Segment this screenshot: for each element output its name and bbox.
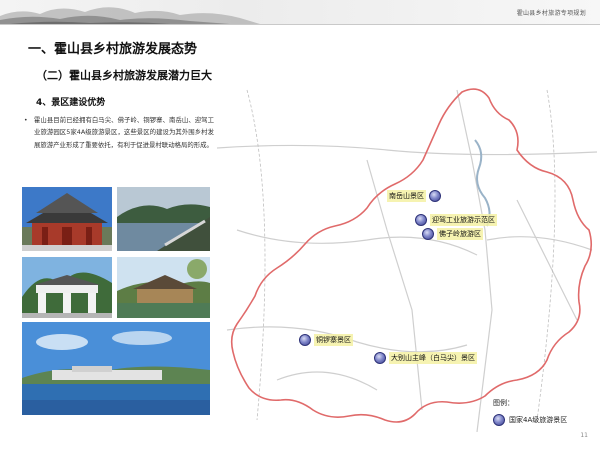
page-header: 霍山县乡村旅游专项规划 — [0, 0, 600, 24]
header-divider — [0, 24, 600, 25]
photo-lake-panorama — [22, 322, 210, 415]
poi-nanyueshan[interactable]: 南岳山景区 — [387, 190, 441, 202]
scenic-area-marker-icon — [429, 190, 441, 202]
poi-label: 铜锣寨景区 — [314, 334, 353, 346]
body-paragraph: 霍山县目前已经拥有白马尖、佛子岭、铜锣寨、南岳山、迎驾工业旅游园区5家4A级旅游… — [34, 116, 214, 149]
poi-label: 大别山主峰（白马尖）景区 — [389, 352, 477, 364]
scenic-area-marker-icon — [493, 414, 505, 426]
bullet-marker: • — [24, 117, 28, 124]
scenic-area-marker-icon — [422, 228, 434, 240]
photo-archway — [22, 257, 112, 318]
legend-label: 国家4A级旅游景区 — [509, 416, 568, 424]
poi-label: 南岳山景区 — [387, 190, 426, 202]
photo-pavilion — [117, 257, 210, 318]
page-number: 11 — [580, 432, 588, 439]
poi-yingjia[interactable]: 迎驾工业旅游示范区 — [415, 214, 497, 226]
section-heading: 一、霍山县乡村旅游发展态势 — [28, 42, 198, 57]
scenic-area-marker-icon — [415, 214, 427, 226]
subsection-heading: （二）霍山县乡村旅游发展潜力巨大 — [36, 69, 212, 82]
scenic-area-marker-icon — [299, 334, 311, 346]
landscape-banner-art — [0, 7, 260, 24]
map-canvas — [216, 80, 598, 433]
poi-tongluozhai[interactable]: 铜锣寨景区 — [299, 334, 353, 346]
poi-foziling[interactable]: 佛子岭旅游区 — [422, 228, 483, 240]
document-title: 霍山县乡村旅游专项规划 — [516, 10, 586, 17]
poi-label: 佛子岭旅游区 — [437, 228, 483, 240]
legend-item: 国家4A级旅游景区 — [493, 414, 567, 426]
legend-title: 图例： — [493, 399, 514, 407]
photo-temple — [22, 187, 112, 251]
photo-reservoir — [117, 187, 210, 251]
county-map: 南岳山景区 迎驾工业旅游示范区 佛子岭旅游区 铜锣寨景区 大别山主峰（白马尖）景… — [216, 80, 598, 433]
scenic-area-marker-icon — [374, 352, 386, 364]
topic-heading: 4、景区建设优势 — [36, 98, 106, 108]
poi-baimajian[interactable]: 大别山主峰（白马尖）景区 — [374, 352, 477, 364]
poi-label: 迎驾工业旅游示范区 — [430, 214, 497, 226]
